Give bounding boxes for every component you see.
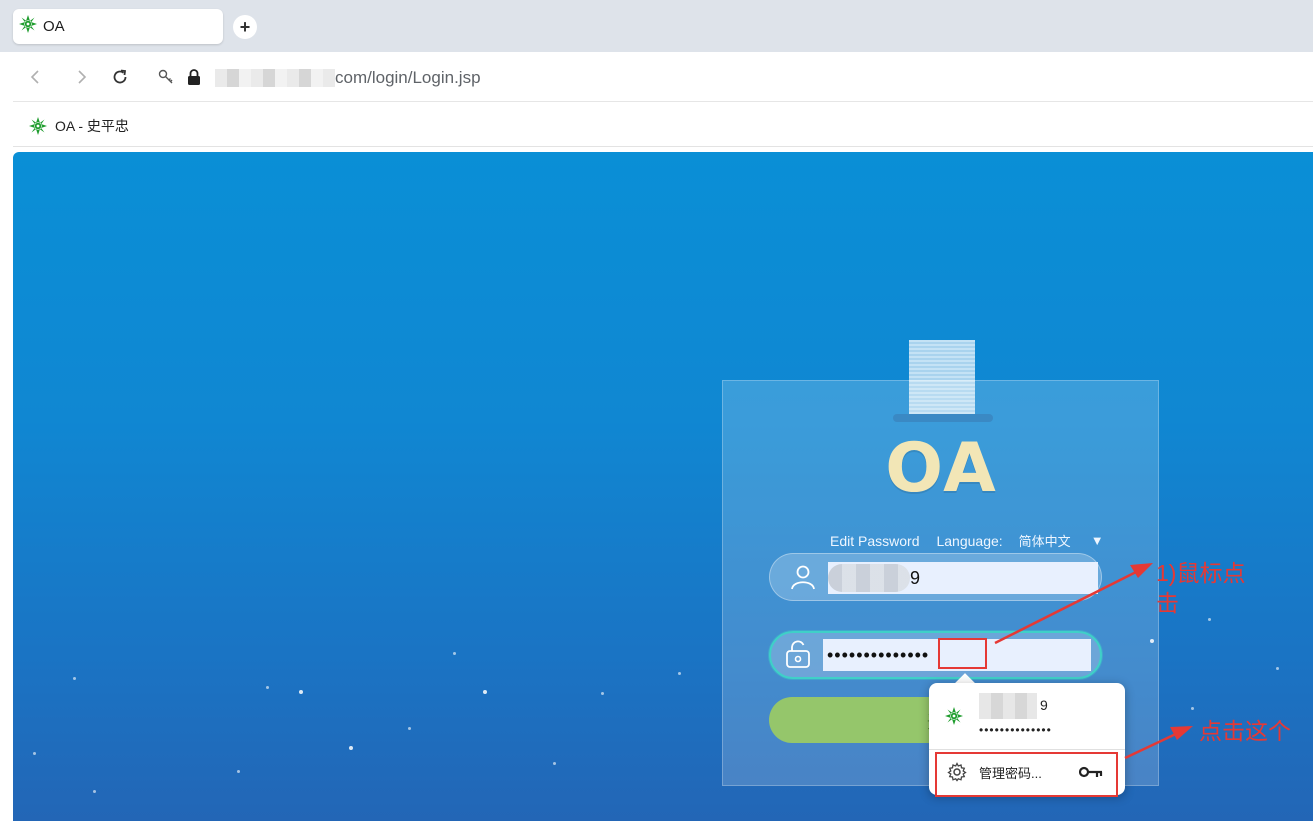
star: [553, 762, 556, 765]
favicon-icon: [945, 707, 963, 725]
unlock-icon: [783, 639, 813, 669]
password-key-icon: [1079, 766, 1103, 778]
star: [33, 752, 36, 755]
oa-logo: OA: [885, 429, 998, 508]
lock-icon: [188, 69, 200, 85]
bookmark-bar: OA - 史平忠: [13, 103, 1313, 147]
manage-passwords-label: 管理密码...: [979, 765, 1042, 781]
star: [453, 652, 456, 655]
tab-strip: OA +: [0, 0, 1313, 52]
login-links: Edit Password Language: 简体中文 ▼: [830, 531, 1104, 550]
star: [299, 690, 303, 694]
user-icon: [788, 562, 818, 592]
password-input[interactable]: [823, 639, 1091, 671]
star: [349, 746, 353, 750]
saved-password-mask: ••••••••••••••: [979, 723, 1052, 737]
annotation-step1-line1: 1)鼠标点: [1156, 560, 1246, 586]
forward-button[interactable]: [69, 65, 93, 89]
star: [678, 672, 681, 675]
bookmark-label: OA - 史平忠: [55, 118, 129, 134]
url-redacted: [215, 69, 335, 87]
star: [483, 690, 487, 694]
autofill-popup: 9 •••••••••••••• 管理密码...: [929, 683, 1125, 795]
saved-credential-entry[interactable]: 9 ••••••••••••••: [929, 683, 1125, 749]
back-icon: [30, 70, 39, 84]
password-field-wrapper: [769, 631, 1102, 679]
star: [1191, 707, 1194, 710]
annotation-step1-line2: 击: [1156, 590, 1179, 616]
reload-button[interactable]: [108, 65, 132, 89]
address-bar: com/login/Login.jsp: [13, 53, 1313, 102]
language-select[interactable]: 简体中文: [1019, 531, 1071, 550]
tab-title: OA: [43, 18, 65, 35]
bookmark-oa[interactable]: OA - 史平忠: [29, 116, 129, 136]
site-info-button[interactable]: [182, 65, 206, 89]
annotation-step1: 1)鼠标点 击: [1156, 558, 1245, 618]
language-dropdown-caret[interactable]: ▼: [1091, 533, 1104, 548]
star: [1208, 618, 1211, 621]
manage-passwords-item[interactable]: 管理密码...: [937, 753, 1117, 791]
star: [1276, 667, 1279, 670]
new-tab-button[interactable]: +: [233, 15, 257, 39]
site-key-button[interactable]: [154, 65, 178, 89]
favicon-icon: [19, 15, 37, 38]
saved-user-redacted: [979, 693, 1037, 719]
star: [237, 770, 240, 773]
favicon-icon: [29, 117, 47, 135]
star: [408, 727, 411, 730]
edit-password-link[interactable]: Edit Password: [830, 533, 919, 549]
star: [73, 677, 76, 680]
key-icon: [158, 69, 173, 84]
url-text[interactable]: com/login/Login.jsp: [335, 68, 481, 88]
language-label: Language:: [936, 532, 1003, 549]
star: [601, 692, 604, 695]
star: [93, 790, 96, 793]
username-field-wrapper: [769, 553, 1102, 601]
saved-username: 9: [1040, 697, 1048, 713]
annotation-step2: 点击这个: [1199, 718, 1291, 744]
popup-divider: [929, 749, 1125, 750]
star: [266, 686, 269, 689]
gear-icon: [947, 762, 967, 782]
username-redacted: [828, 564, 910, 592]
tab-oa[interactable]: OA: [13, 9, 223, 44]
reload-icon: [113, 69, 127, 84]
back-button[interactable]: [24, 65, 48, 89]
forward-icon: [78, 70, 87, 84]
